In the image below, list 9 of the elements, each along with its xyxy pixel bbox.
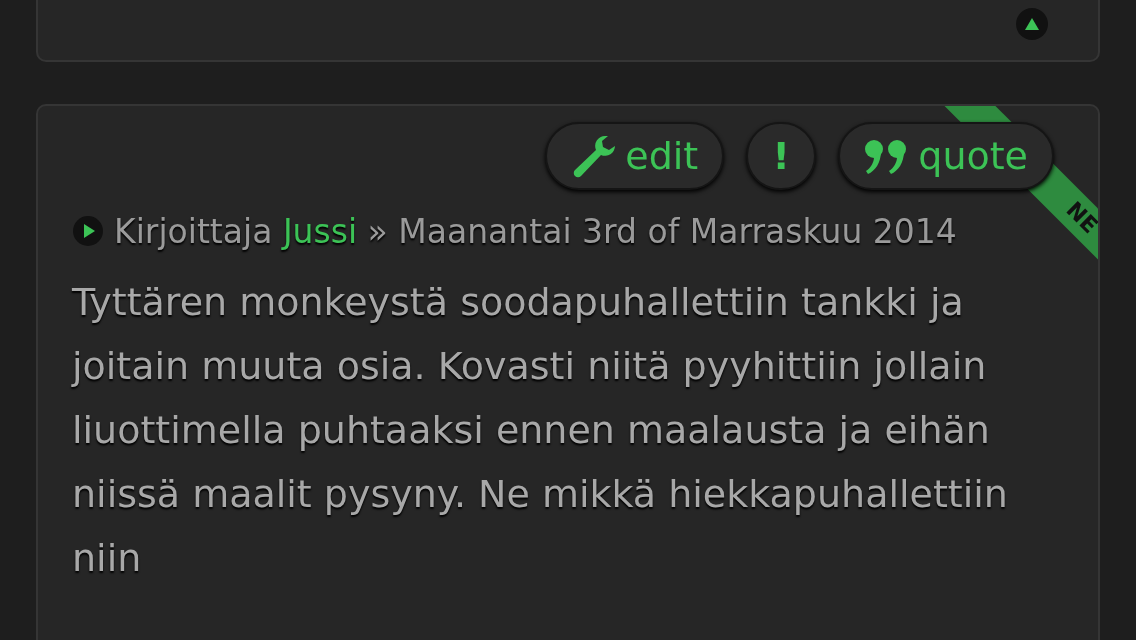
quote-button[interactable]: quote [838, 122, 1054, 190]
author-link[interactable]: Jussi [282, 212, 358, 251]
edit-button[interactable]: edit [545, 122, 725, 190]
report-button[interactable]: ! [746, 122, 817, 190]
wrench-icon [571, 134, 618, 178]
triangle-up-icon [1024, 17, 1040, 31]
post-meta-text: Kirjoittaja Jussi » Maanantai 3rd of Marraskuu 2014 [114, 212, 957, 251]
post-body-text: Tyttären monkeystä soodapuhallettiin tankki ja joitain muuta osia. Kovasti niitä pyyhittiin jollain liuottimella puhtaaksi ennen maalausta ja eihän niissä maalit pysyny. Ne mikkä hiekkapuhallettiin niin [72, 279, 1009, 582]
scroll-top-button[interactable] [1016, 8, 1048, 40]
